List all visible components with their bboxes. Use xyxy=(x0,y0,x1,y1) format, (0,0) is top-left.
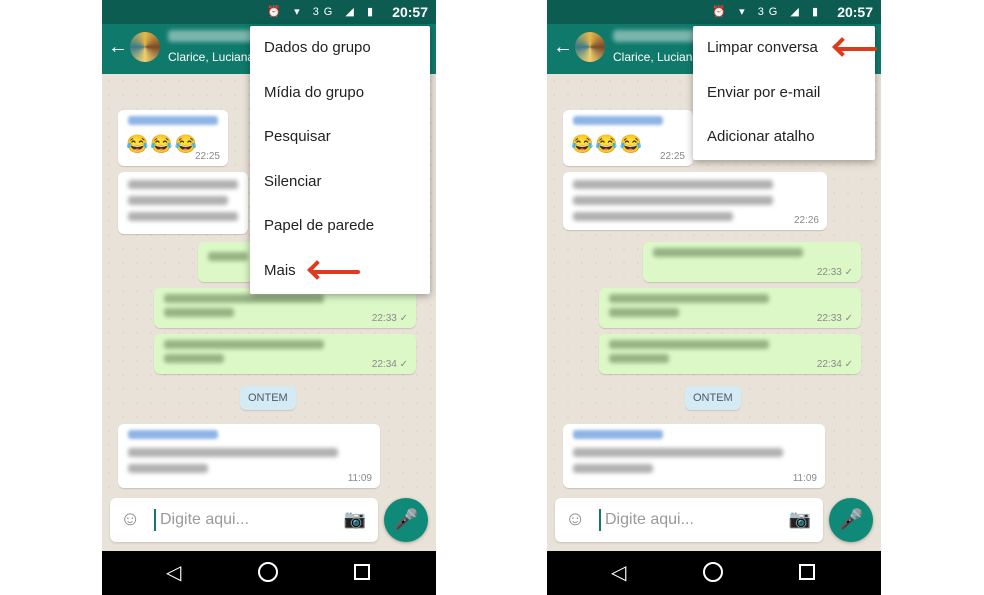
blurred-text xyxy=(128,212,238,221)
status-time: 20:57 xyxy=(837,4,873,20)
message-input-bar[interactable]: ☺ Digite aqui... 📷 xyxy=(555,498,823,542)
text-caret xyxy=(154,509,156,531)
status-icons: ⏰ ▾ 3G ◢ ▮ xyxy=(712,6,823,18)
message-time: 22:25 xyxy=(659,151,685,162)
mic-button[interactable]: 🎤 xyxy=(829,498,873,542)
message-bubble[interactable] xyxy=(118,172,248,234)
blurred-text xyxy=(128,464,208,473)
nav-home-icon[interactable] xyxy=(258,562,278,582)
message-time: 22:33 ✓ xyxy=(371,313,408,324)
group-members: Clarice, Luciana, xyxy=(613,50,703,64)
emoji-icon[interactable]: ☺ xyxy=(120,508,140,531)
status-bar: ⏰ ▾ 3G ◢ ▮ 20:57 xyxy=(547,0,881,24)
message-input[interactable]: Digite aqui... xyxy=(160,511,249,529)
message-input-bar[interactable]: ☺ Digite aqui... 📷 xyxy=(110,498,378,542)
emoji-icon[interactable]: ☺ xyxy=(565,508,585,531)
menu-item-adicionar-atalho[interactable]: Adicionar atalho xyxy=(693,115,875,160)
message-bubble[interactable]: 22:34 ✓ xyxy=(599,334,861,374)
message-bubble[interactable]: 😂😂😂 22:25 xyxy=(563,110,693,166)
message-bubble[interactable]: 22:26 xyxy=(563,172,827,230)
overflow-menu: Dados do grupo Mídia do grupo Pesquisar … xyxy=(250,26,430,294)
blurred-text xyxy=(609,294,769,303)
message-input[interactable]: Digite aqui... xyxy=(605,511,694,529)
status-icons: ⏰ ▾ 3G ◢ ▮ xyxy=(267,6,378,18)
message-time: 22:25 xyxy=(194,151,220,162)
message-bubble[interactable]: 11:09 xyxy=(563,424,825,488)
message-time: 11:09 xyxy=(792,473,817,484)
text-caret xyxy=(599,509,601,531)
status-bar: ⏰ ▾ 3G ◢ ▮ 20:57 xyxy=(102,0,436,24)
nav-home-icon[interactable] xyxy=(703,562,723,582)
blurred-text xyxy=(653,248,803,257)
menu-item-midia-do-grupo[interactable]: Mídia do grupo xyxy=(250,71,430,116)
message-time: 22:34 ✓ xyxy=(816,359,853,370)
mic-icon: 🎤 xyxy=(393,509,419,531)
red-arrow-annotation xyxy=(837,47,877,51)
message-bubble[interactable]: 22:34 ✓ xyxy=(154,334,416,374)
android-nav-bar: ◁ xyxy=(102,551,436,595)
blurred-text xyxy=(128,448,338,457)
date-divider: ONTEM xyxy=(240,386,296,410)
phone-screenshot-right: ⏰ ▾ 3G ◢ ▮ 20:57 ← Clarice, Luciana, 😂😂😂… xyxy=(547,0,881,595)
message-bubble[interactable]: 😂😂😂 22:25 xyxy=(118,110,228,166)
sender-name-blurred xyxy=(573,116,663,125)
blurred-text xyxy=(573,212,733,221)
message-time: 22:33 ✓ xyxy=(816,313,853,324)
group-avatar[interactable] xyxy=(575,32,605,62)
blurred-text xyxy=(164,340,324,349)
nav-back-icon[interactable]: ◁ xyxy=(166,560,181,585)
sender-name-blurred xyxy=(573,430,663,439)
blurred-text xyxy=(573,180,773,189)
status-time: 20:57 xyxy=(392,4,428,20)
message-time: 22:34 ✓ xyxy=(371,359,408,370)
back-arrow-icon[interactable]: ← xyxy=(553,36,573,59)
camera-icon[interactable]: 📷 xyxy=(344,509,366,530)
message-bubble[interactable] xyxy=(198,242,258,282)
blurred-text xyxy=(609,340,769,349)
blurred-text xyxy=(573,464,653,473)
sender-name-blurred xyxy=(128,430,218,439)
blurred-text xyxy=(609,354,669,363)
message-time: 22:26 xyxy=(793,215,819,226)
blurred-text xyxy=(609,308,679,317)
message-bubble[interactable]: 22:33 ✓ xyxy=(154,288,416,328)
android-nav-bar: ◁ xyxy=(547,551,881,595)
blurred-text xyxy=(128,196,228,205)
message-bubble[interactable]: 22:33 ✓ xyxy=(643,242,861,282)
nav-recents-icon[interactable] xyxy=(799,564,815,580)
blurred-text xyxy=(164,308,234,317)
emoji-text: 😂😂😂 xyxy=(126,134,200,154)
blurred-text xyxy=(128,180,238,189)
group-members: Clarice, Luciana, xyxy=(168,50,258,64)
camera-icon[interactable]: 📷 xyxy=(789,509,811,530)
nav-back-icon[interactable]: ◁ xyxy=(611,560,626,585)
blurred-text xyxy=(573,196,773,205)
group-avatar[interactable] xyxy=(130,32,160,62)
phone-screenshot-left: ⏰ ▾ 3G ◢ ▮ 20:57 ← Clarice, Luciana, 😂😂😂… xyxy=(102,0,436,595)
emoji-text: 😂😂😂 xyxy=(571,134,645,154)
back-arrow-icon[interactable]: ← xyxy=(108,36,128,59)
menu-item-silenciar[interactable]: Silenciar xyxy=(250,160,430,205)
menu-item-papel-de-parede[interactable]: Papel de parede xyxy=(250,204,430,249)
red-arrow-annotation xyxy=(312,270,360,274)
date-divider: ONTEM xyxy=(685,386,741,410)
menu-item-pesquisar[interactable]: Pesquisar xyxy=(250,115,430,160)
blurred-text xyxy=(208,252,248,261)
mic-icon: 🎤 xyxy=(838,509,864,531)
nav-recents-icon[interactable] xyxy=(354,564,370,580)
message-bubble[interactable]: 11:09 xyxy=(118,424,380,488)
mic-button[interactable]: 🎤 xyxy=(384,498,428,542)
menu-item-dados-do-grupo[interactable]: Dados do grupo xyxy=(250,26,430,71)
blurred-text xyxy=(164,354,224,363)
message-time: 11:09 xyxy=(347,473,372,484)
message-time: 22:33 ✓ xyxy=(816,267,853,278)
menu-item-enviar-por-email[interactable]: Enviar por e-mail xyxy=(693,71,875,116)
blurred-text xyxy=(164,294,324,303)
blurred-text xyxy=(573,448,783,457)
message-bubble[interactable]: 22:33 ✓ xyxy=(599,288,861,328)
sender-name-blurred xyxy=(128,116,218,125)
